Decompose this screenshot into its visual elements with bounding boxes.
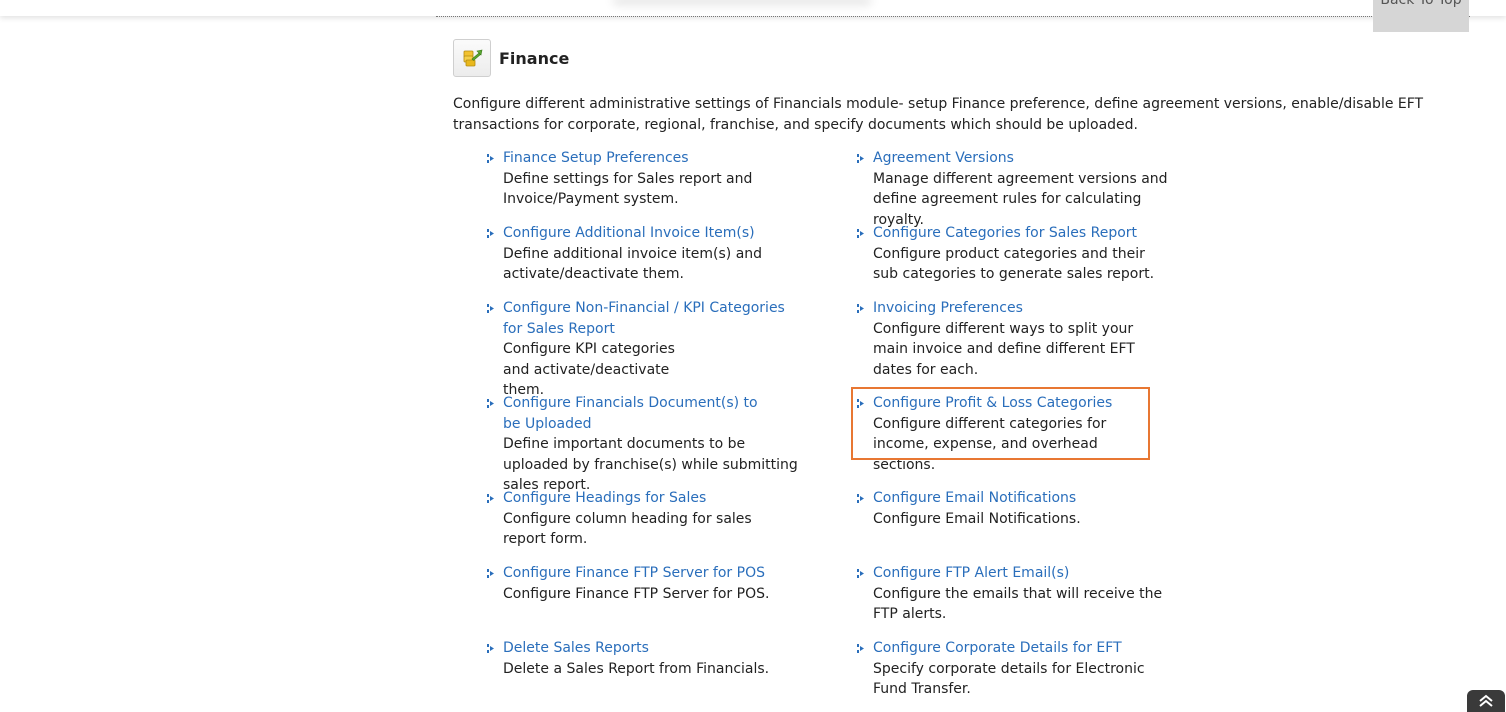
bullet-arrow-icon	[857, 644, 864, 653]
list-item: Configure FTP Alert Email(s) Configure t…	[857, 563, 1173, 625]
configure-financials-documents-link[interactable]: Configure Financials Document(s) to be U…	[503, 393, 773, 434]
item-description: Define additional invoice item(s) and ac…	[503, 245, 763, 283]
configure-kpi-categories-link[interactable]: Configure Non-Financial / KPI Categories…	[503, 298, 803, 339]
list-item: Agreement Versions Manage different agre…	[857, 148, 1173, 230]
configure-profit-loss-categories-link[interactable]: Configure Profit & Loss Categories	[873, 393, 1173, 414]
list-item: Configure Non-Financial / KPI Categories…	[487, 298, 803, 401]
configure-corporate-details-eft-link[interactable]: Configure Corporate Details for EFT	[873, 638, 1173, 659]
section-divider	[436, 16, 1470, 17]
list-item: Configure Headings for Sales Configure c…	[487, 488, 803, 550]
section-header: Finance	[453, 38, 569, 78]
bullet-arrow-icon	[487, 154, 494, 163]
agreement-versions-link[interactable]: Agreement Versions	[873, 148, 1173, 169]
bullet-arrow-icon	[857, 494, 864, 503]
bullet-arrow-icon	[857, 399, 864, 408]
list-item: Finance Setup Preferences Define setting…	[487, 148, 803, 210]
bullet-arrow-icon	[857, 304, 864, 313]
list-item: Configure Financials Document(s) to be U…	[487, 393, 803, 496]
item-description: Specify corporate details for Electronic…	[873, 660, 1145, 698]
bullet-arrow-icon	[487, 399, 494, 408]
item-description: Configure different ways to split your m…	[873, 320, 1135, 378]
bullet-arrow-icon	[487, 569, 494, 578]
item-description: Manage different agreement versions and …	[873, 170, 1168, 228]
configure-finance-ftp-server-link[interactable]: Configure Finance FTP Server for POS	[503, 563, 803, 584]
item-description: Delete a Sales Report from Financials.	[503, 660, 770, 677]
top-bar	[0, 0, 1506, 16]
item-description: Configure Finance FTP Server for POS.	[503, 585, 770, 602]
bullet-arrow-icon	[487, 644, 494, 653]
item-description: Configure Email Notifications.	[873, 510, 1081, 527]
bullet-arrow-icon	[857, 569, 864, 578]
list-item: Configure Finance FTP Server for POS Con…	[487, 563, 803, 604]
bullet-arrow-icon	[487, 494, 494, 503]
bullet-arrow-icon	[487, 304, 494, 313]
list-item: Delete Sales Reports Delete a Sales Repo…	[487, 638, 803, 679]
item-description: Configure product categories and their s…	[873, 245, 1155, 283]
scroll-to-top-button[interactable]	[1467, 690, 1505, 712]
item-description: Configure the emails that will receive t…	[873, 585, 1163, 623]
configure-email-notifications-link[interactable]: Configure Email Notifications	[873, 488, 1173, 509]
finance-setup-preferences-link[interactable]: Finance Setup Preferences	[503, 148, 803, 169]
section-title: Finance	[499, 48, 570, 68]
configure-ftp-alert-emails-link[interactable]: Configure FTP Alert Email(s)	[873, 563, 1173, 584]
configure-additional-invoice-items-link[interactable]: Configure Additional Invoice Item(s)	[503, 223, 803, 244]
item-description: Configure column heading for sales repor…	[503, 510, 752, 548]
bullet-arrow-icon	[487, 229, 494, 238]
list-item: Configure Additional Invoice Item(s) Def…	[487, 223, 803, 285]
section-intro: Configure different administrative setti…	[453, 96, 1424, 133]
list-item: Invoicing Preferences Configure differen…	[857, 298, 1173, 380]
finance-icon	[453, 39, 491, 77]
list-item: Configure Profit & Loss Categories Confi…	[857, 393, 1173, 475]
list-item: Configure Email Notifications Configure …	[857, 488, 1173, 529]
back-to-top-label: Back To Top	[1380, 0, 1462, 8]
list-item: Configure Corporate Details for EFT Spec…	[857, 638, 1173, 700]
configure-categories-for-sales-report-link[interactable]: Configure Categories for Sales Report	[873, 223, 1173, 244]
bullet-arrow-icon	[857, 154, 864, 163]
item-description: Configure different categories for incom…	[873, 415, 1107, 473]
delete-sales-reports-link[interactable]: Delete Sales Reports	[503, 638, 803, 659]
list-item: Configure Categories for Sales Report Co…	[857, 223, 1173, 285]
item-description: Define settings for Sales report and Inv…	[503, 170, 753, 208]
bullet-arrow-icon	[857, 229, 864, 238]
chevron-up-double-icon	[1479, 694, 1493, 707]
configure-headings-for-sales-link[interactable]: Configure Headings for Sales	[503, 488, 803, 509]
item-description: Configure KPI categories and activate/de…	[503, 341, 675, 398]
page: Back To Top Finance Configure different …	[0, 0, 1506, 712]
item-description: Define important documents to be uploade…	[503, 436, 798, 493]
back-to-top-button[interactable]: Back To Top	[1373, 0, 1469, 32]
invoicing-preferences-link[interactable]: Invoicing Preferences	[873, 298, 1173, 319]
